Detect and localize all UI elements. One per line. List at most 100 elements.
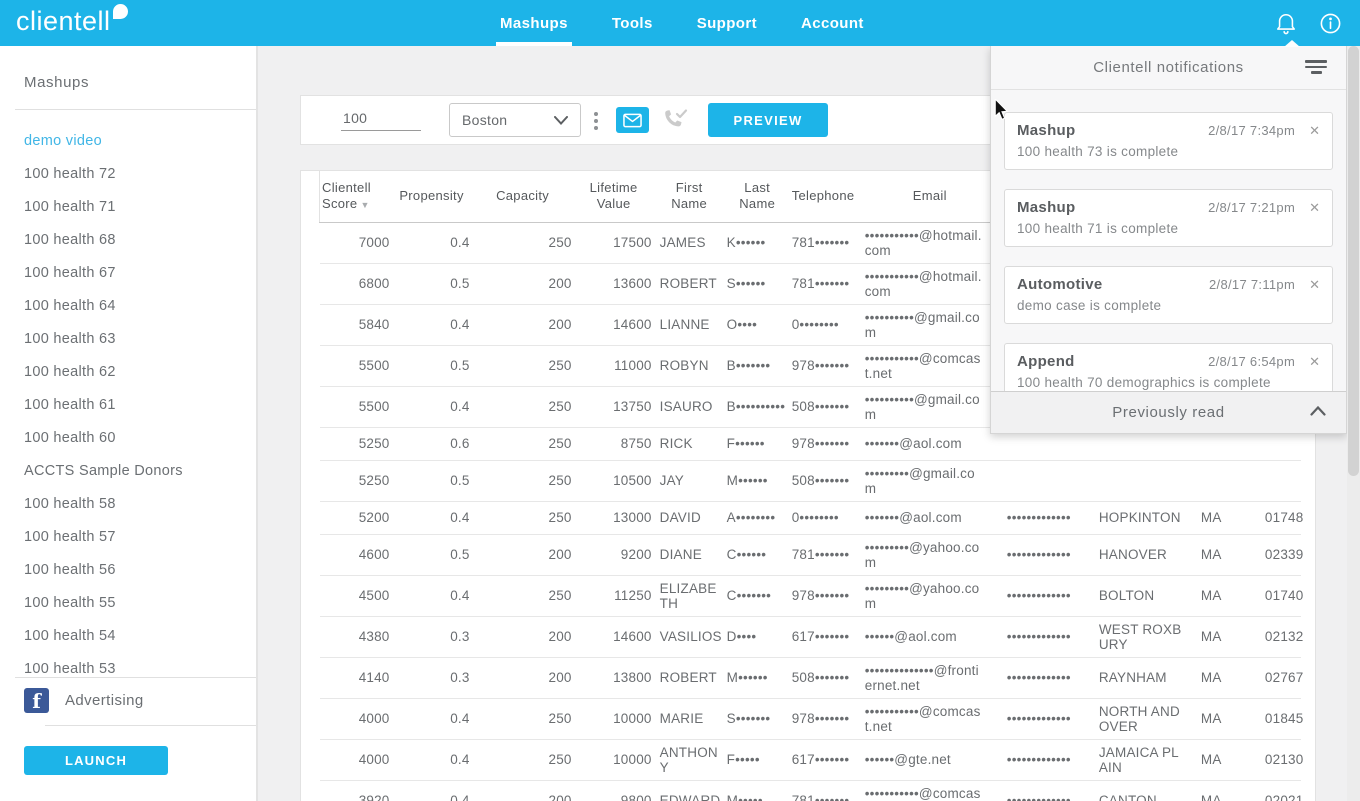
sidebar-item[interactable]: 100 health 71 — [0, 190, 256, 223]
cell-city: HANOVER — [1097, 534, 1189, 575]
close-icon[interactable]: ✕ — [1309, 354, 1320, 370]
column-header-telephone[interactable]: Telephone — [790, 171, 855, 222]
sidebar-item[interactable]: 100 health 60 — [0, 421, 256, 454]
cell-telephone: 0•••••••• — [790, 501, 855, 534]
filter-icon[interactable] — [1304, 60, 1328, 74]
notification-message: 100 health 70 demographics is complete — [1017, 375, 1320, 390]
nav-item[interactable]: Support — [697, 0, 757, 46]
sidebar: Mashups demo video 100 health 72 100 hea… — [0, 46, 256, 801]
cell-state: MA — [1189, 616, 1253, 657]
cell-zip: 02767 — [1253, 657, 1301, 698]
column-header-propensity[interactable]: Propensity — [392, 171, 472, 222]
cell-last-name: K•••••• — [725, 222, 790, 263]
sidebar-item[interactable]: 100 health 72 — [0, 157, 256, 190]
sidebar-item-advertising[interactable]: f Advertising — [0, 678, 256, 725]
column-header-last-name[interactable]: LastName — [725, 171, 790, 222]
cell-clientell-score: 4140 — [320, 657, 392, 698]
cell-lifetime-value: 14600 — [574, 304, 654, 345]
email-button[interactable] — [616, 107, 649, 133]
cell-first-name: JAMES — [654, 222, 725, 263]
sidebar-item[interactable]: 100 health 62 — [0, 355, 256, 388]
cell-propensity: 0.4 — [392, 739, 472, 780]
cell-telephone: 978••••••• — [790, 427, 855, 460]
more-options-kebab-icon[interactable] — [590, 108, 602, 134]
cell-email: ••••••••••••••@frontiernet.net — [855, 657, 1005, 698]
primary-nav: Mashups Tools Support Account — [500, 0, 864, 46]
cell-last-name: D•••• — [725, 616, 790, 657]
close-icon[interactable]: ✕ — [1309, 277, 1320, 293]
nav-item[interactable]: Tools — [612, 0, 653, 46]
logo-text: clientell — [16, 6, 111, 37]
cell-propensity: 0.4 — [392, 575, 472, 616]
previously-read-toggle[interactable]: Previously read — [991, 391, 1346, 433]
cell-last-name: S••••••• — [725, 698, 790, 739]
cell-zip: 01740 — [1253, 575, 1301, 616]
cell-clientell-score: 6800 — [320, 263, 392, 304]
info-icon[interactable] — [1319, 12, 1342, 35]
cell-capacity: 200 — [472, 657, 574, 698]
sidebar-item[interactable]: demo video — [0, 124, 256, 157]
cell-city: BOLTON — [1097, 575, 1189, 616]
close-icon[interactable]: ✕ — [1309, 200, 1320, 216]
nav-item[interactable]: Mashups — [500, 0, 568, 46]
sidebar-item[interactable]: 100 health 61 — [0, 388, 256, 421]
cell-last-name: F••••• — [725, 739, 790, 780]
cell-city — [1097, 460, 1189, 501]
cell-email: •••••••••@yahoo.com — [855, 575, 1005, 616]
notification-title: Automotive — [1017, 276, 1209, 293]
cell-first-name: LIANNE — [654, 304, 725, 345]
column-header-capacity[interactable]: Capacity — [472, 171, 574, 222]
bell-icon[interactable] — [1275, 11, 1297, 35]
cell-email: •••••••@aol.com — [855, 427, 1005, 460]
phone-check-button[interactable] — [661, 106, 691, 134]
cell-clientell-score: 4380 — [320, 616, 392, 657]
cell-propensity: 0.5 — [392, 460, 472, 501]
sidebar-item[interactable]: 100 health 54 — [0, 619, 256, 652]
clientell-logo[interactable]: clientell — [16, 6, 128, 37]
sidebar-item[interactable]: 100 health 56 — [0, 553, 256, 586]
cell-first-name: RICK — [654, 427, 725, 460]
sidebar-item[interactable]: 100 health 58 — [0, 487, 256, 520]
cell-clientell-score: 4600 — [320, 534, 392, 575]
notifications-header: Clientell notifications — [991, 46, 1346, 90]
cell-email: •••••••••••@hotmail.com — [855, 222, 1005, 263]
cell-propensity: 0.4 — [392, 304, 472, 345]
cell-email: •••••••••••@comcast.net — [855, 345, 1005, 386]
sidebar-item[interactable]: 100 health 57 — [0, 520, 256, 553]
preview-button[interactable]: PREVIEW — [708, 103, 828, 137]
launch-button[interactable]: LAUNCH — [24, 746, 168, 775]
sidebar-item[interactable]: 100 health 64 — [0, 289, 256, 322]
location-dropdown[interactable]: Boston — [449, 103, 581, 137]
cell-first-name: ROBERT — [654, 263, 725, 304]
table-row: 5200 0.4 250 13000 DAVID A•••••••• 0••••… — [320, 501, 1302, 534]
cell-first-name: DAVID — [654, 501, 725, 534]
cell-telephone: 508••••••• — [790, 460, 855, 501]
table-row: 4380 0.3 200 14600 VASILIOS D•••• 617•••… — [320, 616, 1302, 657]
sidebar-item[interactable]: 100 health 55 — [0, 586, 256, 619]
sidebar-item[interactable]: 100 health 67 — [0, 256, 256, 289]
notifications-title: Clientell notifications — [1093, 59, 1244, 76]
cell-zip: 02339 — [1253, 534, 1301, 575]
cell-first-name: ELIZABETH — [654, 575, 725, 616]
column-header-clientell-score[interactable]: Clientell Score▼ — [320, 171, 392, 222]
close-icon[interactable]: ✕ — [1309, 123, 1320, 139]
table-row: 4000 0.4 250 10000 ANTHONY F••••• 617•••… — [320, 739, 1302, 780]
column-header-email[interactable]: Email — [855, 171, 1005, 222]
cell-telephone: 617••••••• — [790, 616, 855, 657]
count-input[interactable] — [341, 106, 421, 131]
cell-clientell-score: 3920 — [320, 780, 392, 801]
cell-city: RAYNHAM — [1097, 657, 1189, 698]
location-dropdown-value: Boston — [462, 112, 507, 128]
nav-item[interactable]: Account — [801, 0, 864, 46]
scrollbar-thumb[interactable] — [1348, 46, 1359, 476]
previously-read-label: Previously read — [1112, 404, 1224, 421]
sidebar-item[interactable]: ACCTS Sample Donors — [0, 454, 256, 487]
sidebar-item[interactable]: 100 health 63 — [0, 322, 256, 355]
table-row: 4500 0.4 250 11250 ELIZABETH C••••••• 97… — [320, 575, 1302, 616]
column-header-first-name[interactable]: FirstName — [654, 171, 725, 222]
column-header-lifetime-value[interactable]: LifetimeValue — [574, 171, 654, 222]
sidebar-item[interactable]: 100 health 68 — [0, 223, 256, 256]
cell-clientell-score: 4000 — [320, 698, 392, 739]
notification-card: Mashup 2/8/17 7:34pm ✕ 100 health 73 is … — [1004, 112, 1333, 170]
cell-first-name: ISAURO — [654, 386, 725, 427]
